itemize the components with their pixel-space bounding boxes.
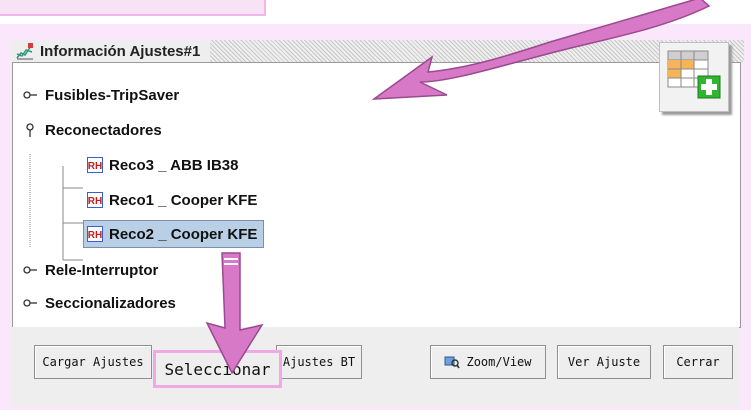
chart-settings-icon xyxy=(16,42,34,60)
tree-item-label: Seccionalizadores xyxy=(45,294,176,312)
add-table-icon[interactable] xyxy=(659,42,729,112)
tree-item-label: Reco3 _ ABB IB38 xyxy=(109,156,239,174)
tree-panel[interactable]: Fusibles-TripSaver Reconectadores RH Rec… xyxy=(12,62,741,328)
tree-item-label: Reconectadores xyxy=(45,121,162,139)
ajustes-bt-button[interactable]: Ajustes BT xyxy=(276,345,362,379)
tree-item-seccionalizadores[interactable]: Seccionalizadores xyxy=(23,292,176,314)
title-bar: Información Ajustes#1 xyxy=(12,40,744,62)
tree-item-rele[interactable]: Rele-Interruptor xyxy=(23,259,158,281)
ver-ajuste-button[interactable]: Ver Ajuste xyxy=(557,345,651,379)
rh-device-icon: RH xyxy=(87,226,103,242)
collapsed-handle-icon[interactable] xyxy=(23,87,39,103)
window-title: Información Ajustes#1 xyxy=(40,42,201,60)
zoom-view-button[interactable]: Zoom/View xyxy=(430,345,546,379)
tree-item-fusibles[interactable]: Fusibles-TripSaver xyxy=(23,84,179,106)
tree-item-reco1[interactable]: RH Reco1 _ Cooper KFE xyxy=(87,189,257,211)
zoom-view-label: Zoom/View xyxy=(466,355,532,369)
tree-item-label: Rele-Interruptor xyxy=(45,261,159,279)
rh-device-icon: RH xyxy=(87,157,103,173)
expanded-handle-icon[interactable] xyxy=(23,122,39,138)
collapsed-handle-icon[interactable] xyxy=(23,295,39,311)
cargar-ajustes-button[interactable]: Cargar Ajustes xyxy=(34,345,152,379)
tree-item-label: Fusibles-TripSaver xyxy=(45,86,180,104)
magnifier-icon xyxy=(444,355,461,369)
info-ajustes-window: Información Ajustes#1 Fusibles-TripSaver… xyxy=(0,24,751,410)
cerrar-button[interactable]: Cerrar xyxy=(663,345,733,379)
tree-item-label: Reco1 _ Cooper KFE xyxy=(109,191,258,209)
tree-item-reco2-selected[interactable]: RH Reco2 _ Cooper KFE xyxy=(83,220,265,248)
title-container: Información Ajustes#1 xyxy=(12,40,211,62)
button-bar: Cargar Ajustes Ajustes BT Seleccionar Zo… xyxy=(12,327,739,407)
top-strip xyxy=(0,0,266,16)
collapsed-handle-icon[interactable] xyxy=(23,262,39,278)
tree-item-reco3[interactable]: RH Reco3 _ ABB IB38 xyxy=(87,154,239,176)
tree-item-reconectadores[interactable]: Reconectadores xyxy=(23,119,162,141)
seleccionar-button[interactable]: Seleccionar xyxy=(153,350,282,388)
tree-item-label: Reco2 _ Cooper KFE xyxy=(109,225,258,243)
rh-device-icon: RH xyxy=(87,192,103,208)
